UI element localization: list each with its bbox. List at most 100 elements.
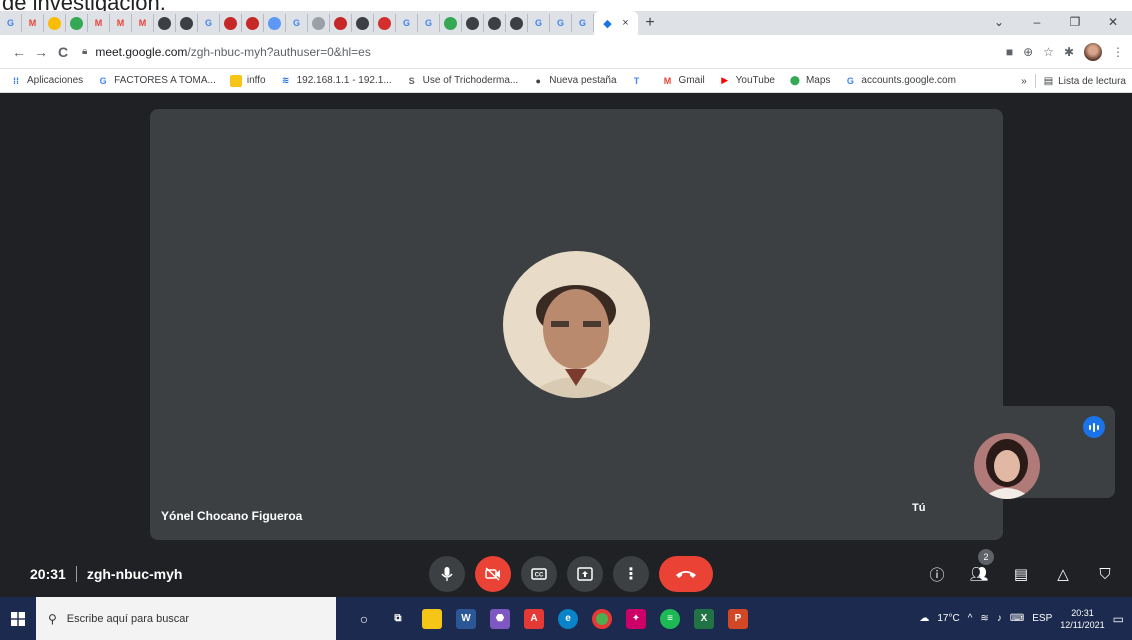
volume-icon[interactable]: ♪ — [997, 613, 1002, 624]
bookmark-star-icon[interactable]: ☆ — [1043, 45, 1054, 59]
tab-search-icon[interactable]: ⌄ — [980, 11, 1018, 35]
browser-tab[interactable] — [220, 14, 242, 32]
zoom-icon[interactable]: ⊕ — [1023, 45, 1033, 59]
back-button[interactable]: ← — [8, 44, 30, 60]
main-participant-tile[interactable]: Yónel Chocano Figueroa — [150, 109, 1003, 540]
bookmark-item[interactable]: ▶ YouTube — [719, 75, 775, 87]
clock-date: 12/11/2021 — [1060, 619, 1105, 630]
bookmark-item[interactable]: ● Nueva pestaña — [532, 75, 617, 87]
bookmark-label: Use of Trichoderma... — [422, 75, 519, 86]
weather-temp[interactable]: 17°C — [937, 613, 959, 624]
bookmark-item[interactable]: ⬤ Maps — [789, 75, 831, 87]
more-options-button[interactable]: ⋮ — [613, 556, 649, 592]
browser-tab[interactable]: M — [132, 14, 154, 32]
bookmark-item[interactable]: Gaccounts.google.com — [844, 75, 956, 87]
menu-kebab-icon[interactable]: ⋮ — [1112, 45, 1124, 59]
browser-tab[interactable] — [506, 14, 528, 32]
app-icon[interactable]: ✦ — [626, 608, 646, 629]
spotify-icon[interactable]: ≡ — [660, 608, 680, 629]
browser-tab[interactable]: G — [396, 14, 418, 32]
browser-tab[interactable]: G — [198, 14, 220, 32]
leave-call-button[interactable] — [659, 556, 713, 592]
system-tray: ☁ 17°C ^ ≋ ♪ ⌨ ESP 20:31 12/11/2021 ▭ — [919, 597, 1124, 640]
captions-button[interactable]: CC — [521, 556, 557, 592]
browser-tab[interactable]: M — [88, 14, 110, 32]
notifications-icon[interactable]: ▭ — [1113, 612, 1124, 626]
browser-tab[interactable] — [330, 14, 352, 32]
browser-tab[interactable]: G — [418, 14, 440, 32]
camera-in-use-icon[interactable]: ■ — [1006, 45, 1013, 59]
bookmark-item[interactable]: ≋ 192.168.1.1 - 192.1... — [280, 75, 392, 87]
tab-favicon-icon: G — [204, 18, 212, 28]
browser-tab[interactable] — [176, 14, 198, 32]
microphone-button[interactable] — [429, 556, 465, 592]
browser-tab[interactable] — [374, 14, 396, 32]
browser-tab[interactable] — [66, 14, 88, 32]
browser-tab[interactable] — [44, 14, 66, 32]
globe-icon: ● — [535, 75, 541, 86]
new-tab-button[interactable]: + — [638, 11, 662, 35]
tab-favicon-icon — [158, 16, 171, 30]
bookmark-item[interactable]: S Use of Trichoderma... — [406, 75, 519, 87]
taskbar-search-box[interactable]: ⚲ Escribe aquí para buscar — [36, 597, 336, 640]
chevron-up-icon[interactable]: ^ — [968, 613, 973, 624]
browser-tab[interactable]: M — [22, 14, 44, 32]
keyboard-icon[interactable]: ⌨ — [1010, 613, 1024, 624]
language-indicator[interactable]: ESP — [1032, 613, 1052, 624]
powerpoint-icon[interactable]: P — [728, 608, 748, 629]
extensions-puzzle-icon[interactable]: ✱ — [1064, 45, 1074, 59]
browser-tab[interactable]: M — [110, 14, 132, 32]
start-button[interactable] — [0, 597, 36, 640]
excel-icon[interactable]: X — [694, 608, 714, 629]
activities-button[interactable]: △ — [1050, 561, 1076, 587]
profile-avatar[interactable] — [1084, 42, 1102, 61]
browser-tab[interactable] — [242, 14, 264, 32]
bookmark-item[interactable]: inffo — [229, 74, 266, 87]
camera-off-button[interactable] — [475, 556, 511, 592]
window-controls: ⌄ – ❐ ✕ — [980, 11, 1132, 35]
self-view-tile[interactable]: Tú — [900, 406, 1115, 514]
address-bar[interactable]: 🔒︎ meet.google.com/zgh-nbuc-myh?authuser… — [82, 39, 1006, 65]
word-icon[interactable]: W — [456, 608, 476, 629]
network-icon[interactable]: ≋ — [980, 613, 988, 624]
acrobat-icon[interactable]: A — [524, 608, 544, 629]
edge-icon[interactable]: e — [558, 608, 578, 629]
browser-tab[interactable] — [264, 14, 286, 32]
close-tab-icon[interactable]: × — [622, 17, 628, 29]
cortana-icon[interactable]: ○ — [354, 609, 374, 629]
close-window-button[interactable]: ✕ — [1094, 11, 1132, 35]
reading-list-button[interactable]: Lista de lectura — [1058, 76, 1126, 87]
host-controls-button[interactable]: ⛉ — [1092, 561, 1118, 587]
browser-tab[interactable] — [440, 14, 462, 32]
bookmark-item[interactable]: M Gmail — [662, 75, 705, 87]
meeting-details-button[interactable]: ⓘ — [924, 561, 950, 587]
present-screen-button[interactable] — [567, 556, 603, 592]
browser-tab[interactable] — [352, 14, 374, 32]
bookmark-item[interactable]: ⁞⁞ Aplicaciones — [10, 75, 83, 87]
taskbar-clock[interactable]: 20:31 12/11/2021 — [1060, 607, 1104, 631]
browser-tab[interactable] — [484, 14, 506, 32]
file-explorer-icon[interactable] — [422, 608, 442, 629]
reload-button[interactable]: C — [52, 44, 74, 60]
active-tab[interactable]: ◆ × — [594, 11, 638, 35]
browser-tab[interactable]: G — [286, 14, 308, 32]
restore-button[interactable]: ❐ — [1056, 11, 1094, 35]
browser-tab[interactable]: G — [0, 14, 22, 32]
app-icon[interactable]: ⬣ — [490, 608, 510, 629]
browser-tab[interactable] — [308, 14, 330, 32]
browser-tab[interactable] — [154, 14, 176, 32]
browser-tab[interactable]: G — [572, 14, 594, 32]
more-bookmarks-button[interactable]: » — [1021, 76, 1027, 87]
people-button[interactable]: 👥︎ 2 — [966, 549, 994, 587]
chat-button[interactable]: ▤ — [1008, 561, 1034, 587]
bookmark-item[interactable]: G FACTORES A TOMA... — [97, 75, 216, 87]
browser-tab[interactable]: G — [528, 14, 550, 32]
weather-icon[interactable]: ☁ — [919, 613, 929, 624]
minimize-button[interactable]: – — [1018, 11, 1056, 35]
browser-tab[interactable]: G — [550, 14, 572, 32]
forward-button[interactable]: → — [30, 44, 52, 60]
chrome-icon[interactable] — [592, 608, 612, 629]
task-view-icon[interactable]: ⧉ — [388, 609, 408, 629]
browser-tab[interactable] — [462, 14, 484, 32]
bookmark-item[interactable]: T — [631, 75, 648, 87]
